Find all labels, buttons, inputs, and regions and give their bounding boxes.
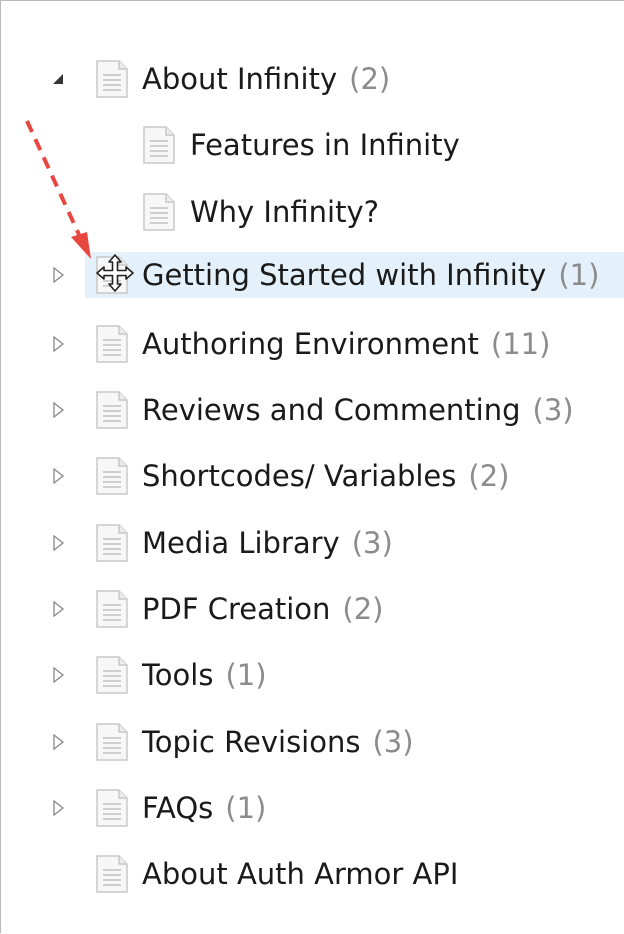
triangle-down-icon[interactable] — [49, 70, 67, 88]
document-icon — [95, 723, 129, 761]
tree-item-media-library[interactable]: Media Library (3) — [1, 520, 624, 566]
tree-item-features-in-infinity[interactable]: Features in Infinity — [1, 122, 624, 168]
triangle-right-icon[interactable] — [49, 335, 67, 353]
tree-item-title: About Auth Armor API — [142, 857, 459, 891]
tree-item-title: Topic Revisions — [142, 725, 361, 759]
tree-item-label: Why Infinity? — [190, 189, 379, 235]
document-icon — [95, 789, 129, 827]
tree-item-label: Topic Revisions (3) — [142, 719, 414, 765]
triangle-right-icon[interactable] — [49, 600, 67, 618]
tree-item-count: (11) — [490, 327, 551, 361]
tree-item-count: (2) — [349, 62, 391, 96]
document-icon — [95, 590, 129, 628]
triangle-right-icon[interactable] — [49, 401, 67, 419]
tree-item-title: Why Infinity? — [190, 195, 379, 229]
document-icon — [95, 391, 129, 429]
tree-item-getting-started[interactable]: Getting Started with Infinity (1) — [85, 252, 624, 298]
tree-item-shortcodes-variables[interactable]: Shortcodes/ Variables (2) — [1, 453, 624, 499]
tree-item-label: About Infinity (2) — [142, 56, 390, 102]
tree-item-why-infinity[interactable]: Why Infinity? — [1, 189, 624, 235]
document-icon — [95, 457, 129, 495]
document-icon — [95, 524, 129, 562]
tree-item-count: (3) — [532, 393, 574, 427]
tree-item-topic-revisions[interactable]: Topic Revisions (3) — [1, 719, 624, 765]
document-icon — [95, 60, 129, 98]
tree-item-title: Shortcodes/ Variables — [142, 459, 457, 493]
tree-item-label: Authoring Environment (11) — [142, 321, 550, 367]
tree-item-label: About Auth Armor API — [142, 851, 458, 897]
tree-item-label: Tools (1) — [142, 652, 267, 698]
tree-item-pdf-creation[interactable]: PDF Creation (2) — [1, 586, 624, 632]
tree-item-about-infinity[interactable]: About Infinity (2) — [1, 56, 624, 102]
triangle-right-icon[interactable] — [49, 266, 67, 284]
document-icon — [95, 855, 129, 893]
tree-item-title: Features in Infinity — [190, 128, 460, 162]
tree-item-label: Media Library (3) — [142, 520, 393, 566]
tree-item-label: PDF Creation (2) — [142, 586, 384, 632]
tree-item-tools[interactable]: Tools (1) — [1, 652, 624, 698]
tree-item-faqs[interactable]: FAQs (1) — [1, 785, 624, 831]
tree-item-label: Shortcodes/ Variables (2) — [142, 453, 509, 499]
tree-item-count: (1) — [558, 258, 600, 292]
topic-tree-panel: About Infinity (2) Features in Infinity — [0, 0, 624, 933]
tree-item-count: (2) — [468, 459, 510, 493]
tree-item-title: Reviews and Commenting — [142, 393, 521, 427]
tree-item-authoring-environment[interactable]: Authoring Environment (11) — [1, 321, 624, 367]
document-icon — [142, 126, 176, 164]
triangle-right-icon[interactable] — [49, 467, 67, 485]
tree-item-count: (3) — [351, 526, 393, 560]
tree-item-label: Getting Started with Infinity (1) — [142, 252, 599, 298]
tree-item-label: FAQs (1) — [142, 785, 266, 831]
tree-item-title: Authoring Environment — [142, 327, 479, 361]
document-icon — [95, 325, 129, 363]
tree-item-count: (1) — [225, 658, 267, 692]
tree-item-title: PDF Creation — [142, 592, 331, 626]
triangle-right-icon[interactable] — [49, 799, 67, 817]
tree-item-reviews-and-commenting[interactable]: Reviews and Commenting (3) — [1, 387, 624, 433]
document-icon — [95, 656, 129, 694]
triangle-right-icon[interactable] — [49, 733, 67, 751]
triangle-right-icon[interactable] — [49, 534, 67, 552]
tree-item-title: FAQs — [142, 791, 214, 825]
tree-item-count: (3) — [372, 725, 414, 759]
tree-item-title: Getting Started with Infinity — [142, 258, 547, 292]
triangle-right-icon[interactable] — [49, 666, 67, 684]
tree-item-title: Tools — [142, 658, 214, 692]
tree-item-title: Media Library — [142, 526, 340, 560]
tree-item-about-auth-armor-api[interactable]: About Auth Armor API — [1, 851, 624, 897]
tree-item-count: (2) — [342, 592, 384, 626]
tree-item-label: Features in Infinity — [190, 122, 460, 168]
move-cursor-icon — [95, 253, 135, 293]
tree-item-count: (1) — [225, 791, 267, 825]
document-icon — [142, 193, 176, 231]
tree-item-title: About Infinity — [142, 62, 338, 96]
tree-item-label: Reviews and Commenting (3) — [142, 387, 574, 433]
